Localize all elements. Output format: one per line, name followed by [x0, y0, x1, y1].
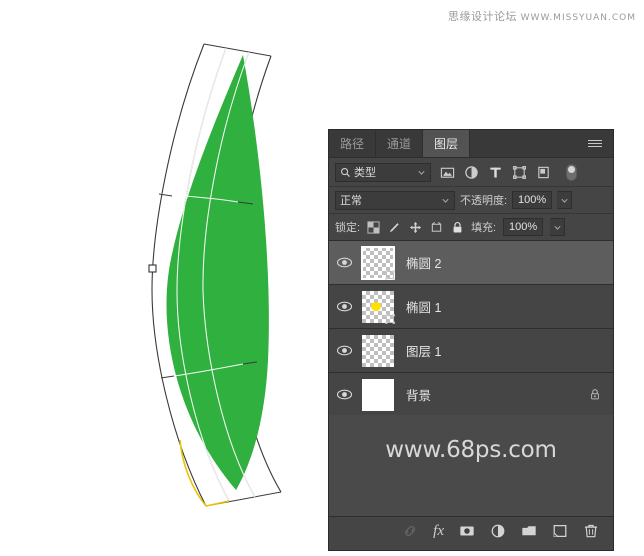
eye-icon: [336, 389, 352, 400]
search-icon: [341, 167, 350, 177]
panel-tab-bar: 路径 通道 图层: [329, 130, 613, 158]
tab-paths[interactable]: 路径: [329, 130, 377, 157]
layer-visibility-toggle[interactable]: [329, 301, 359, 312]
opacity-value: 100%: [517, 194, 547, 206]
new-group-icon[interactable]: [521, 523, 537, 539]
lock-all-icon[interactable]: [451, 221, 464, 234]
layer-name: 椭圆 1: [406, 301, 442, 315]
lock-position-icon[interactable]: [409, 221, 422, 234]
tab-channels[interactable]: 通道: [376, 130, 424, 157]
chevron-down-icon: [418, 170, 425, 175]
site-watermark-top: 思缘设计论坛 WWW.MISSYUAN.COM: [448, 8, 636, 24]
table-row[interactable]: 椭圆 2: [329, 241, 613, 285]
panel-watermark: www.68ps.com: [385, 437, 557, 463]
tab-channels-label: 通道: [387, 137, 412, 151]
blend-opacity-row: 正常 不透明度: 100%: [329, 187, 613, 214]
layers-panel: 路径 通道 图层 类型 正常 不透明度: 100% 锁定: 填充: 100% 椭…: [328, 129, 614, 551]
link-layers-icon[interactable]: [402, 523, 418, 539]
layer-list: 椭圆 2 椭圆 1 图层 1 背景: [329, 241, 613, 415]
layer-visibility-toggle[interactable]: [329, 257, 359, 268]
lock-label: 锁定:: [335, 222, 361, 234]
layer-thumbnail[interactable]: [359, 332, 397, 370]
add-layer-mask-icon[interactable]: [459, 523, 475, 539]
lock-buttons: [367, 220, 464, 234]
type-layer-filter-icon[interactable]: [488, 165, 503, 180]
layer-name: 椭圆 2: [406, 257, 442, 271]
eye-icon: [336, 345, 352, 356]
opacity-input[interactable]: 100%: [512, 191, 553, 209]
watermark-en: WWW.MISSYUAN.COM: [520, 13, 636, 23]
layer-thumbnail[interactable]: [359, 288, 397, 326]
opacity-stepper[interactable]: [557, 191, 573, 209]
smart-object-filter-icon[interactable]: [536, 165, 551, 180]
thumbnail-yellow-ellipse: [371, 301, 381, 311]
lock-transparent-pixels-icon[interactable]: [367, 220, 380, 234]
table-row[interactable]: 图层 1: [329, 329, 613, 373]
filter-kind-label: 类型: [354, 167, 376, 179]
new-adjustment-layer-icon[interactable]: [490, 523, 506, 539]
lock-fill-row: 锁定: 填充: 100%: [329, 214, 613, 241]
blend-mode-select[interactable]: 正常: [335, 190, 455, 210]
tab-paths-label: 路径: [340, 137, 365, 151]
table-row[interactable]: 背景: [329, 373, 613, 415]
blend-mode-value: 正常: [340, 195, 362, 207]
hamburger-menu-icon[interactable]: [588, 130, 606, 157]
fill-label: 填充:: [471, 222, 497, 234]
chevron-down-icon: [554, 225, 561, 230]
filter-enable-toggle[interactable]: [566, 163, 577, 181]
layer-styles-fx-icon[interactable]: fx: [433, 523, 444, 539]
layer-name: 图层 1: [406, 345, 442, 359]
layer-visibility-toggle[interactable]: [329, 389, 359, 400]
tab-layers-label: 图层: [434, 137, 459, 151]
pixel-layer-filter-icon[interactable]: [440, 165, 455, 180]
shape-layer-filter-icon[interactable]: [512, 165, 527, 180]
vector-mask-badge-icon: [385, 269, 395, 280]
layer-thumbnail[interactable]: [359, 244, 397, 282]
fill-input[interactable]: 100%: [503, 218, 544, 236]
selected-warp-edge[interactable]: [179, 439, 207, 507]
layer-thumbnail[interactable]: [359, 376, 397, 414]
chevron-down-icon: [442, 198, 449, 203]
opacity-label: 不透明度:: [460, 195, 508, 207]
lock-artboard-nesting-icon[interactable]: [430, 221, 443, 234]
adjustment-layer-filter-icon[interactable]: [464, 165, 479, 180]
vector-mask-badge-icon: [385, 313, 395, 324]
layers-panel-footer: fx: [329, 516, 613, 545]
layer-list-empty-area: www.68ps.com: [329, 415, 613, 516]
layer-visibility-toggle[interactable]: [329, 345, 359, 356]
filter-type-icons: [440, 163, 577, 181]
table-row[interactable]: 椭圆 1: [329, 285, 613, 329]
fill-stepper[interactable]: [550, 218, 566, 236]
delete-layer-icon[interactable]: [583, 523, 599, 539]
left-middle-anchor-handle[interactable]: [148, 264, 157, 273]
chevron-down-icon: [560, 198, 568, 203]
tab-layers[interactable]: 图层: [423, 130, 471, 157]
selected-warp-edge-cap[interactable]: [205, 500, 230, 507]
eye-icon: [336, 257, 352, 268]
filter-kind-select[interactable]: 类型: [335, 162, 431, 182]
lock-image-pixels-icon[interactable]: [388, 221, 401, 234]
fill-value: 100%: [509, 221, 538, 233]
layer-filter-row: 类型: [329, 158, 613, 187]
new-layer-icon[interactable]: [552, 523, 568, 539]
green-leaf-shape: [166, 55, 269, 490]
eye-icon: [336, 301, 352, 312]
layer-name: 背景: [406, 389, 432, 403]
background-locked-icon: [591, 389, 599, 400]
watermark-cn: 思缘设计论坛: [447, 10, 517, 23]
